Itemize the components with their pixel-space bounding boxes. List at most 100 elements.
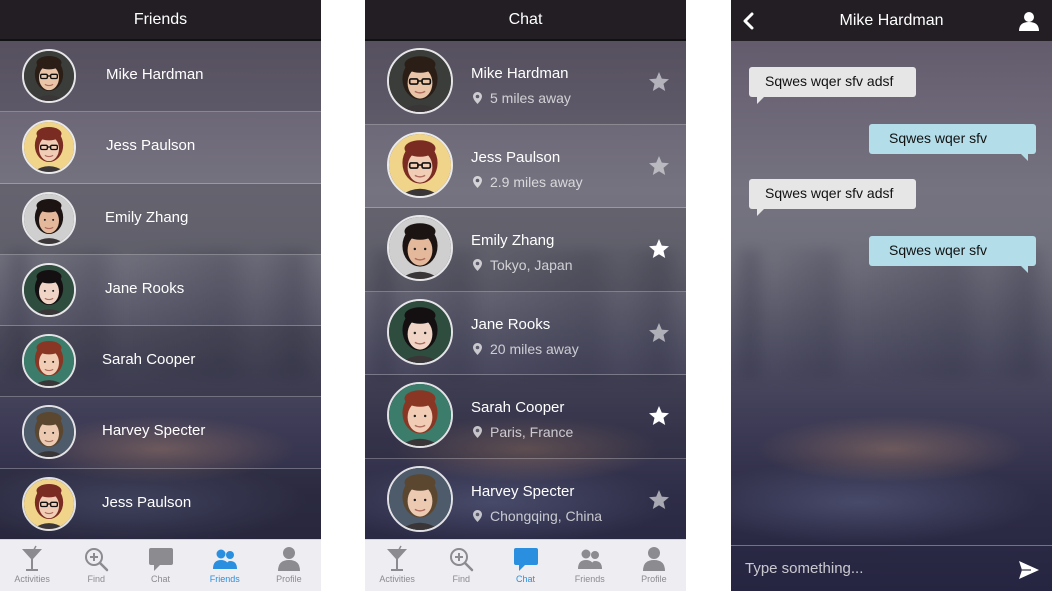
location-pin-icon <box>473 426 482 438</box>
contact-name: Sarah Cooper <box>471 399 565 416</box>
cocktail-icon <box>387 545 408 571</box>
location-text: Chongqing, China <box>490 507 603 524</box>
tab-label: Chat <box>516 574 536 584</box>
contact-location: Chongqing, China <box>473 508 602 524</box>
location-text: 20 miles away <box>490 340 579 357</box>
tab-activities[interactable]: Activities <box>0 540 64 591</box>
chat-contact-row[interactable]: Harvey Specter Chongqing, China <box>365 459 686 542</box>
friend-row[interactable]: Jane Rooks <box>0 255 321 327</box>
friend-name: Harvey Specter <box>102 422 206 440</box>
friend-row[interactable]: Mike Hardman <box>0 41 321 113</box>
location-text: Tokyo, Japan <box>490 257 573 273</box>
send-icon[interactable] <box>1018 560 1040 580</box>
friend-name: Jane Rooks <box>105 279 185 297</box>
tab-bar: Activities Find Chat Friends Profile <box>365 539 686 591</box>
star-icon[interactable] <box>648 322 670 344</box>
location-pin-icon <box>473 259 482 271</box>
friend-row[interactable]: Jess Paulson <box>0 112 321 184</box>
tab-chat[interactable]: Chat <box>493 540 557 591</box>
tab-label: Activities <box>379 574 415 584</box>
location-pin-icon <box>473 175 482 188</box>
chat-contact-row[interactable]: Mike Hardman 5 miles away <box>365 41 686 125</box>
conversation-title: Mike Hardman <box>839 12 944 29</box>
avatar <box>22 262 76 317</box>
tab-activities[interactable]: Activities <box>365 540 429 591</box>
tab-label: Friends <box>209 574 240 584</box>
friends-icon <box>577 549 602 569</box>
message-input[interactable] <box>745 554 1005 582</box>
tab-friends[interactable]: Friends <box>193 540 257 591</box>
avatar <box>387 298 453 365</box>
friend-name: Mike Hardman <box>106 66 204 83</box>
avatar <box>22 405 76 460</box>
friend-name: Jess Paulson <box>102 493 192 511</box>
location-pin-icon <box>473 509 482 522</box>
chat-header-title: Chat <box>365 0 686 41</box>
profile-icon <box>642 547 665 571</box>
chat-contact-row[interactable]: Sarah Cooper Paris, France <box>365 375 686 459</box>
chat-contact-row[interactable]: Emily Zhang Tokyo, Japan <box>365 208 686 292</box>
profile-icon <box>277 547 300 571</box>
friend-name: Jess Paulson <box>106 137 196 155</box>
star-icon[interactable] <box>648 155 670 177</box>
friend-row[interactable]: Emily Zhang <box>0 183 321 255</box>
chat-bubble-icon <box>513 548 538 571</box>
star-icon[interactable] <box>648 71 670 93</box>
tab-label: Find <box>452 574 471 584</box>
search-plus-icon <box>85 548 109 572</box>
chat-contact-list: Mike Hardman 5 miles away Jess Paulson 2.9… <box>365 41 686 542</box>
tab-label: Friends <box>574 574 605 584</box>
tab-label: Profile <box>641 574 667 584</box>
avatar <box>387 131 453 198</box>
star-icon[interactable] <box>648 489 670 511</box>
cocktail-icon <box>22 545 43 571</box>
tab-profile[interactable]: Profile <box>257 540 321 591</box>
avatar <box>22 120 76 175</box>
avatar <box>22 191 76 246</box>
conversation-header: Mike Hardman <box>731 0 1052 41</box>
friends-screen: Friends Mike Hardman Jess Paulson Emily … <box>0 0 321 591</box>
avatar <box>22 334 76 389</box>
outgoing-message-bubble: Sqwes wqer sfv <box>869 124 1036 161</box>
avatar <box>22 476 76 531</box>
tab-profile[interactable]: Profile <box>622 540 686 591</box>
contact-location: 2.9 miles away <box>473 174 583 190</box>
contact-name: Harvey Specter <box>471 482 575 500</box>
contact-location: Paris, France <box>473 424 573 440</box>
contact-name: Jess Paulson <box>471 148 561 166</box>
message-composer <box>731 545 1052 591</box>
star-filled-icon[interactable] <box>648 405 670 427</box>
location-text: 2.9 miles away <box>490 173 583 190</box>
avatar <box>387 465 453 532</box>
tab-friends[interactable]: Friends <box>558 540 622 591</box>
tab-label: Chat <box>151 574 171 584</box>
chat-bubble-icon <box>148 548 173 571</box>
friend-row[interactable]: Jess Paulson <box>0 468 321 541</box>
avatar <box>387 382 453 448</box>
avatar <box>22 49 76 103</box>
location-pin-icon <box>473 92 482 104</box>
tab-find[interactable]: Find <box>429 540 493 591</box>
contact-location: 20 miles away <box>473 341 579 357</box>
friend-name: Sarah Cooper <box>102 351 196 369</box>
friend-row[interactable]: Harvey Specter <box>0 397 321 469</box>
chat-contact-row[interactable]: Jess Paulson 2.9 miles away <box>365 125 686 208</box>
chat-contact-row[interactable]: Jane Rooks 20 miles away <box>365 292 686 375</box>
incoming-message-bubble: Sqwes wqer sfv adsf <box>749 179 916 216</box>
friend-row[interactable]: Sarah Cooper <box>0 326 321 398</box>
friends-header-title: Friends <box>0 0 321 41</box>
contact-location: Tokyo, Japan <box>473 257 573 273</box>
user-profile-icon[interactable] <box>1018 11 1040 31</box>
search-plus-icon <box>450 548 474 572</box>
location-text: Paris, France <box>490 424 574 440</box>
incoming-message-bubble: Sqwes wqer sfv adsf <box>749 67 916 104</box>
contact-name: Emily Zhang <box>471 232 555 249</box>
contact-location: 5 miles away <box>473 90 571 106</box>
tab-find[interactable]: Find <box>64 540 128 591</box>
tab-chat[interactable]: Chat <box>128 540 192 591</box>
location-text: 5 miles away <box>490 90 571 106</box>
conversation-screen: Mike Hardman Sqwes wqer sfv adsf Sqwes wq… <box>731 0 1052 591</box>
star-filled-icon[interactable] <box>648 238 670 260</box>
avatar <box>387 48 453 114</box>
friends-list: Mike Hardman Jess Paulson Emily Zhang Ja… <box>0 41 321 541</box>
